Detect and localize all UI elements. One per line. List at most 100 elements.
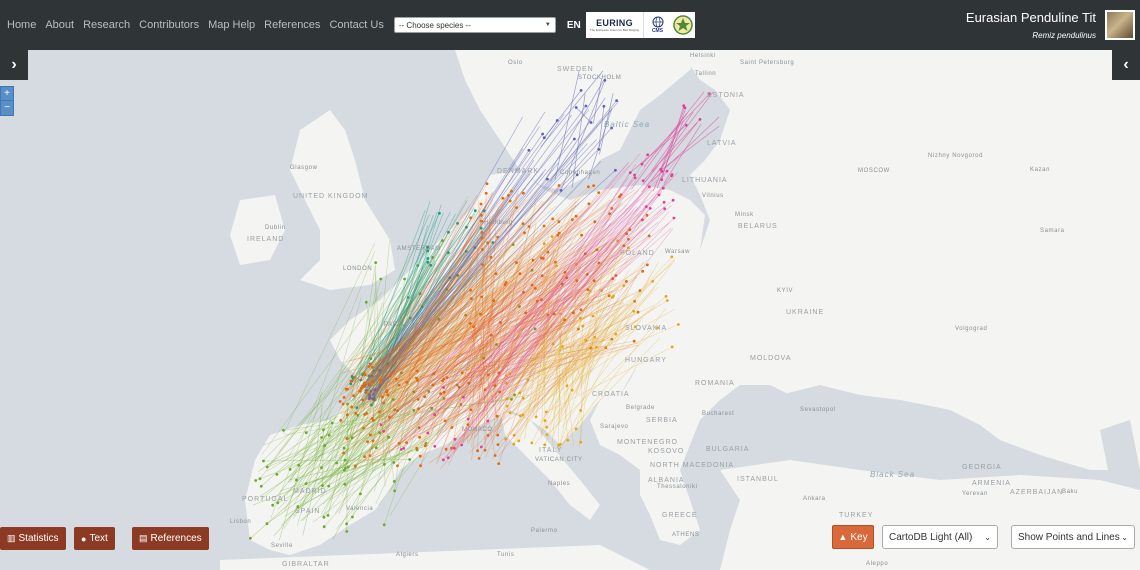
nav-about[interactable]: About	[45, 19, 74, 31]
map-label-gibraltar: GIBRALTAR	[282, 561, 330, 568]
species-photo[interactable]	[1105, 10, 1135, 40]
ringing-point	[342, 451, 346, 455]
ringing-point	[466, 417, 470, 421]
open-left-panel-button[interactable]: ›	[0, 50, 28, 80]
map-label-sevastopol: Sevastopol	[800, 407, 836, 413]
map-label-bulgaria: BULGARIA	[706, 446, 750, 453]
ringing-point	[551, 217, 555, 221]
chevron-down-icon: ⌄	[984, 532, 991, 542]
zoom-in-button[interactable]: +	[1, 87, 13, 101]
ringing-point	[418, 435, 421, 439]
ringing-point	[484, 191, 488, 195]
text-button[interactable]: ● Text	[74, 527, 115, 550]
map-label-paris: PARIS	[384, 322, 405, 328]
ringing-point	[345, 413, 349, 417]
ringing-point	[497, 462, 501, 465]
map-label-seville: Seville	[271, 543, 293, 549]
map-label-vilnius: Vilnius	[702, 193, 724, 199]
open-right-panel-button[interactable]: ‹	[1112, 50, 1140, 80]
map-label-serbia: SERBIA	[646, 417, 678, 424]
ringing-point	[353, 464, 357, 468]
map-label-aleppo: Aleppo	[866, 561, 889, 567]
map-label-warsaw: Warsaw	[665, 249, 691, 255]
ringing-point	[542, 242, 546, 246]
ringing-point	[517, 439, 521, 443]
ringing-point	[641, 269, 645, 273]
ringing-point	[698, 118, 702, 121]
euring-logo[interactable]: EURING The European Union for Bird Ringi…	[586, 12, 644, 38]
map-label-sweden: SWEDEN	[557, 66, 594, 73]
ringing-point	[541, 132, 544, 136]
nav-home[interactable]: Home	[7, 19, 36, 31]
map-label-azerbaijan: AZERBAIJAN	[1010, 489, 1064, 496]
ringing-point	[343, 482, 347, 486]
ringing-point	[254, 479, 258, 482]
ringing-point	[382, 523, 386, 527]
zoom-out-button[interactable]: −	[1, 101, 13, 115]
ringing-point	[259, 484, 263, 488]
ringing-point	[665, 299, 669, 302]
globe-icon	[652, 16, 663, 28]
ringing-point	[480, 219, 483, 223]
map-label-athens: ATHENS	[672, 532, 700, 538]
ringing-point	[476, 449, 479, 453]
nav-references[interactable]: References	[264, 19, 320, 31]
ringing-point	[460, 443, 464, 447]
map-label-baltic-sea: Baltic Sea	[604, 120, 651, 129]
ringing-point	[418, 454, 422, 458]
partner-star-logo[interactable]	[671, 12, 695, 38]
ringing-point	[342, 446, 346, 450]
ringing-point	[396, 464, 399, 468]
map-label-thessaloniki: Thessaloniki	[657, 484, 698, 490]
ringing-point	[367, 365, 371, 368]
ringing-point	[646, 153, 650, 157]
ringing-point	[415, 446, 419, 450]
ringing-point	[648, 207, 652, 210]
ringing-point	[625, 280, 628, 283]
ringing-point	[545, 433, 549, 437]
ringing-point	[364, 390, 368, 394]
ringing-point	[508, 411, 512, 415]
references-button[interactable]: ▤ References	[132, 527, 209, 550]
map-label-georgia: GEORGIA	[962, 464, 1002, 471]
cms-logo[interactable]: CMS	[644, 12, 671, 38]
map-label-kazan: Kazan	[1030, 167, 1051, 173]
ringing-point	[664, 295, 668, 298]
species-title: Eurasian Penduline Tit Remiz pendulinus	[966, 10, 1096, 40]
ringing-point	[480, 236, 484, 240]
nav-contact-us[interactable]: Contact Us	[329, 19, 383, 31]
ringing-point	[505, 404, 509, 408]
map-label-montenegro: MONTENEGRO	[617, 439, 678, 446]
map-label-tallinn: Tallinn	[695, 71, 717, 77]
map-label-belgrade: Belgrade	[626, 405, 655, 411]
nav-map-help[interactable]: Map Help	[208, 19, 255, 31]
ringing-point	[496, 443, 500, 446]
ringing-point	[379, 423, 383, 427]
nav-contributors[interactable]: Contributors	[139, 19, 199, 31]
map-label-kyiv: KYIV	[777, 288, 794, 294]
ringing-point	[632, 339, 636, 343]
nav-research[interactable]: Research	[83, 19, 130, 31]
basemap-select[interactable]: CartoDB Light (All) ⌄	[882, 525, 998, 549]
ringing-point	[346, 387, 349, 391]
species-select[interactable]: -- Choose species -- ▼	[393, 17, 556, 33]
map-label-stockholm: STOCKHOLM	[578, 75, 622, 81]
ringing-point	[515, 206, 518, 210]
ringing-point	[402, 447, 406, 450]
ringing-point	[530, 441, 534, 445]
key-button[interactable]: ▲ Key	[832, 525, 874, 549]
map-label-amsterdam: AMSTERDAM	[397, 246, 441, 252]
display-mode-select[interactable]: Show Points and Lines ⌄	[1011, 525, 1135, 549]
ringing-point	[473, 209, 477, 213]
ringing-point	[651, 279, 655, 283]
map-label-stpetersburg: Saint Petersburg	[740, 60, 795, 66]
lang-en[interactable]: EN	[567, 20, 581, 31]
map-canvas[interactable]: Oslo SWEDEN STOCKHOLM Helsinki Tallinn S…	[0, 50, 1140, 570]
statistics-button[interactable]: ▥ Statistics	[0, 527, 66, 550]
map-label-lithuania: LITHUANIA	[682, 177, 728, 184]
species-common-name: Eurasian Penduline Tit	[965, 10, 1096, 25]
ringing-point	[322, 525, 326, 529]
ringing-point	[382, 429, 386, 433]
ringing-point	[534, 415, 538, 419]
map-label-kosovo: KOSOVO	[648, 448, 685, 455]
